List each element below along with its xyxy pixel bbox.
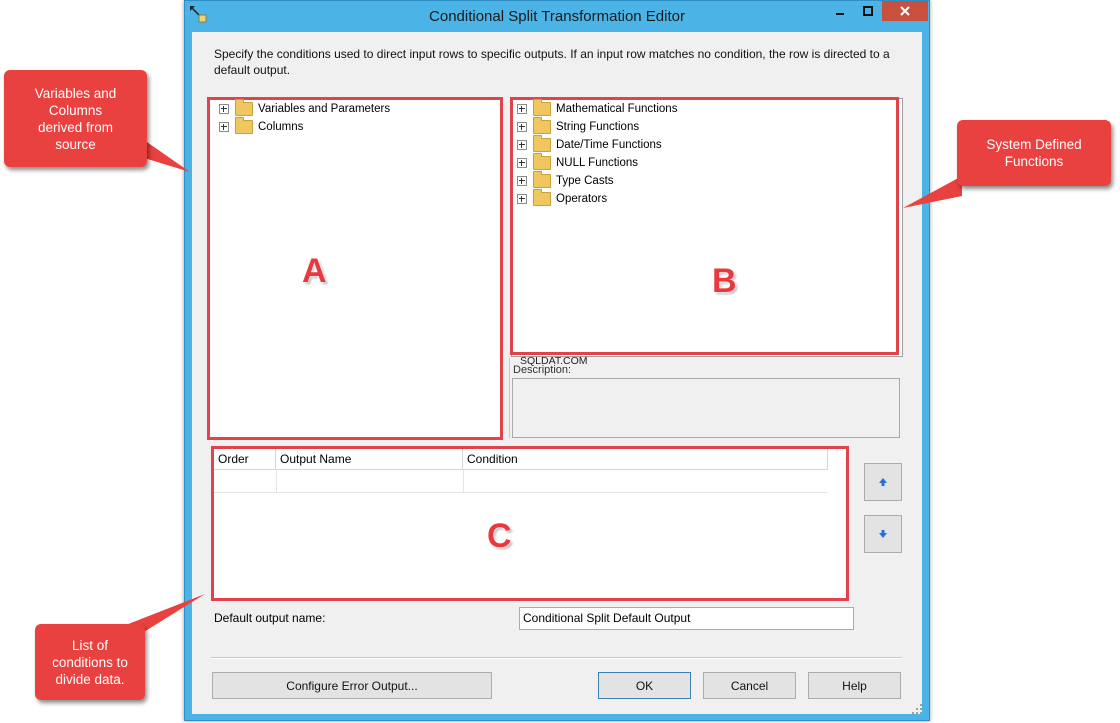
callout-pointers: [118, 140, 962, 648]
callout-text: List of conditions to divide data.: [52, 637, 128, 687]
callout-variables-columns: Variables and Columns derived from sourc…: [4, 70, 147, 167]
callout-pointer-right: [903, 176, 962, 208]
callout-system-functions: System Defined Functions: [957, 120, 1111, 186]
callout-conditions-list: List of conditions to divide data.: [35, 624, 145, 700]
callout-text: System Defined Functions: [986, 137, 1082, 169]
callout-text: Variables and Columns derived from sourc…: [34, 85, 117, 152]
